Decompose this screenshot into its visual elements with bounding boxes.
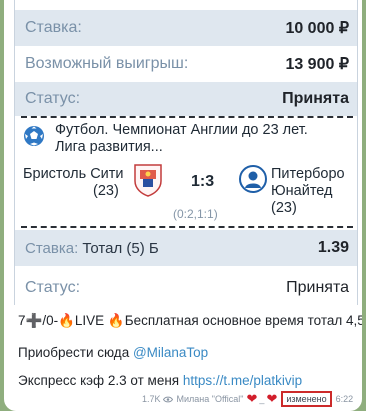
heart-icon: ❤ xyxy=(266,391,278,406)
league-line-2: Лига развития... xyxy=(55,139,163,155)
message-meta: 1.7K Милана "Offical" ❤ _ ❤ изменено 6:2… xyxy=(142,391,353,407)
status-row: Статус: Принята xyxy=(15,82,357,116)
person-avatar-icon xyxy=(239,165,267,193)
message-line-1: 7➕/0-🔥LIVE 🔥Бесплатная основное время то… xyxy=(18,313,362,328)
home-team: Бристоль Сити (23) xyxy=(23,166,124,200)
away-team: Питерборо Юнайтед (23) xyxy=(271,166,357,217)
status-label: Статус: xyxy=(25,90,81,107)
message-time: 6:22 xyxy=(335,394,354,404)
league-header: Футбол. Чемпионат Англии до 23 лет. Лига… xyxy=(23,122,353,166)
match-score: 1:3 xyxy=(191,173,215,190)
message-bubble: Ставка: 10 000 ₽ Возможный выигрыш: 13 9… xyxy=(4,0,362,411)
bet-row: Ставка: Тотал (5) Б 1.39 xyxy=(15,230,357,266)
win-row: Возможный выигрыш: 13 900 ₽ xyxy=(15,46,357,82)
dashed-divider xyxy=(21,226,353,228)
stake-value: 10 000 ₽ xyxy=(285,20,349,37)
bet-label-group: Ставка: Тотал (5) Б xyxy=(25,240,159,257)
dashed-divider xyxy=(21,116,353,118)
edited-label: изменено xyxy=(281,391,332,407)
soccer-ball-icon xyxy=(24,126,44,146)
milana-top-link[interactable]: @MilanaTop xyxy=(133,345,208,360)
bet-market: Тотал (5) Б xyxy=(82,239,159,257)
status2-label: Статус: xyxy=(25,279,81,296)
signature-separator: _ xyxy=(259,394,265,404)
away-team-name: Питерборо xyxy=(271,166,345,182)
win-value: 13 900 ₽ xyxy=(285,56,349,73)
half-score: (0:2,1:1) xyxy=(173,207,218,221)
club-crest-icon xyxy=(134,164,162,197)
status2-row: Статус: Принята xyxy=(15,272,357,304)
home-team-suffix: (23) xyxy=(93,183,119,199)
away-team-suffix: Юнайтед (23) xyxy=(271,183,333,216)
win-label: Возможный выигрыш: xyxy=(25,55,189,72)
eye-icon xyxy=(162,396,173,402)
message-line-2: Приобрести сюда @MilanaTop xyxy=(18,345,208,360)
message-line-3-text: Экспресс кэф 2.3 от меня xyxy=(18,373,183,388)
status-value: Принята xyxy=(282,90,349,107)
heart-icon: ❤ xyxy=(246,391,258,406)
league-line-1: Футбол. Чемпионат Англии до 23 лет. xyxy=(55,122,308,138)
league-title: Футбол. Чемпионат Англии до 23 лет. Лига… xyxy=(55,122,308,166)
author-signature: Милана "Offical" xyxy=(176,394,244,404)
views-count: 1.7K xyxy=(142,394,161,404)
stake-row: Ставка: 10 000 ₽ xyxy=(15,10,357,46)
home-team-name: Бристоль Сити xyxy=(23,166,124,182)
bet-odds: 1.39 xyxy=(317,239,349,256)
status2-value: Принята xyxy=(286,279,349,296)
message-line-2-text: Приобрести сюда xyxy=(18,345,133,360)
platkivip-link[interactable]: https://t.me/platkivip xyxy=(183,373,302,388)
bet-label: Ставка: xyxy=(25,239,79,257)
message-line-3: Экспресс кэф 2.3 от меня https://t.me/pl… xyxy=(18,373,302,388)
bet-ticket: Ставка: 10 000 ₽ Возможный выигрыш: 13 9… xyxy=(14,0,358,305)
stake-label: Ставка: xyxy=(25,19,82,36)
